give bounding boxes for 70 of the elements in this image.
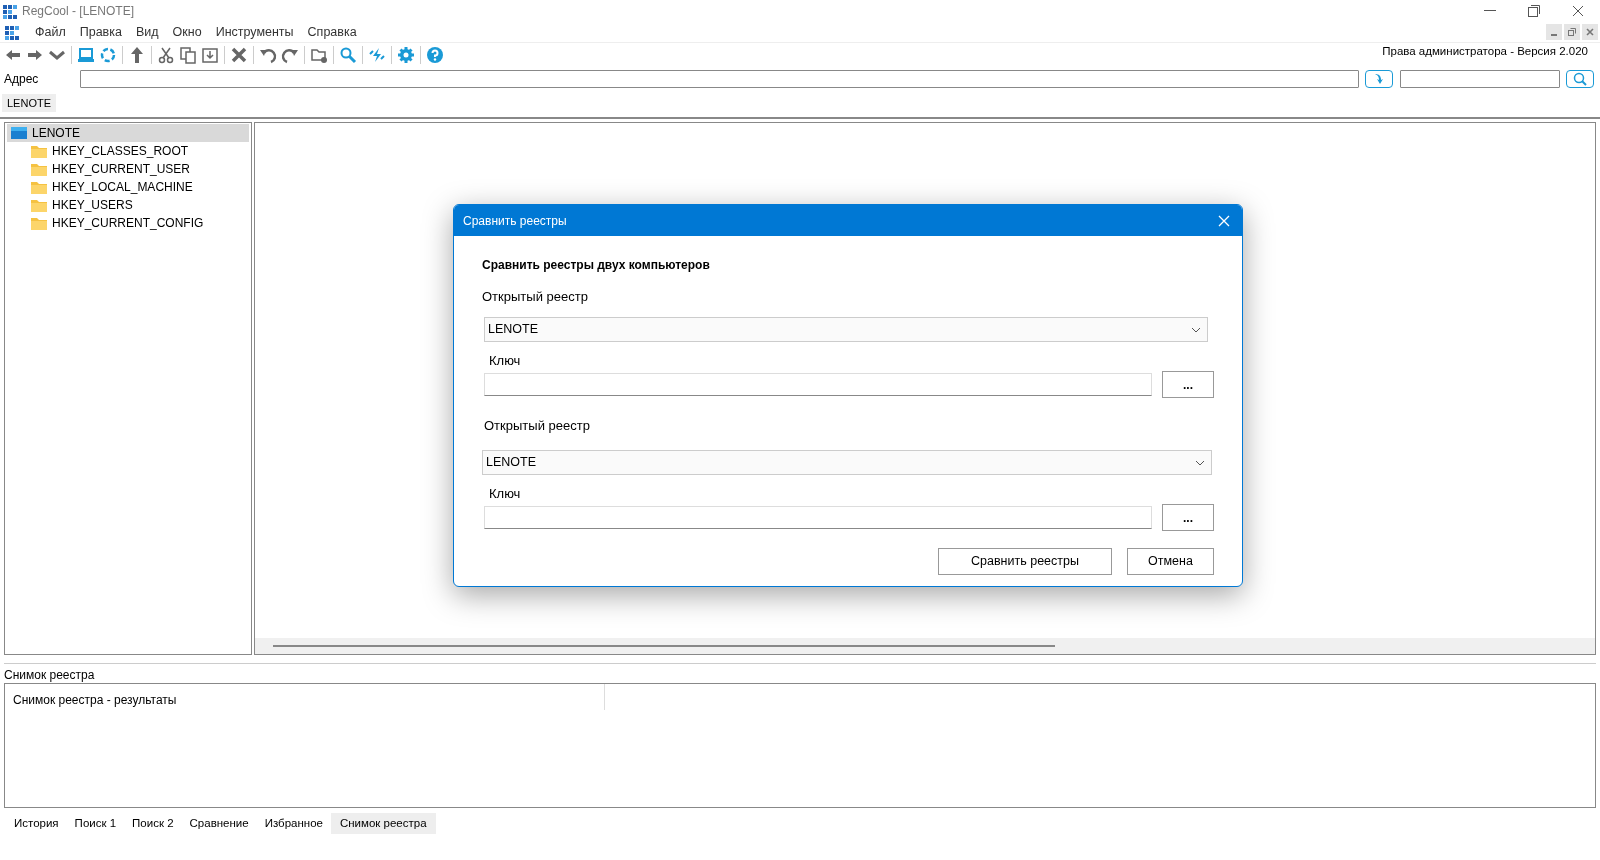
browse-button[interactable]: ... — [1162, 371, 1214, 398]
tree-item[interactable]: LENOTE — [7, 124, 249, 142]
tree-item[interactable]: HKEY_CURRENT_USER — [7, 160, 249, 178]
registry-dropdown[interactable]: LENOTE — [482, 450, 1212, 475]
scrollbar-thumb[interactable] — [273, 645, 1055, 647]
close-button[interactable] — [1582, 24, 1598, 40]
menu-item[interactable]: Инструменты — [208, 22, 301, 42]
window-title: RegCool - [LENOTE] — [22, 3, 135, 20]
search-icon[interactable] — [339, 45, 357, 64]
restore-icon — [1528, 5, 1540, 17]
menu-item[interactable]: Справка — [300, 22, 364, 42]
panel-tab[interactable]: Снимок реестра — [330, 813, 436, 834]
minimize-icon — [1551, 34, 1557, 36]
close-icon — [1586, 28, 1594, 36]
monitor-icon — [11, 127, 27, 139]
compare-button[interactable]: Сравнить реестры — [938, 548, 1112, 575]
folder-icon — [31, 216, 47, 230]
menu-item[interactable]: Вид — [128, 22, 166, 42]
go-button[interactable] — [1365, 70, 1394, 88]
laptop-icon[interactable] — [77, 45, 95, 64]
chevron-down-icon — [1195, 459, 1205, 466]
address-label: Адрес — [4, 71, 40, 88]
tree-item[interactable]: HKEY_LOCAL_MACHINE — [7, 178, 249, 196]
restore-button[interactable] — [1564, 24, 1580, 40]
dialog-title: Сравнить реестры — [463, 212, 567, 230]
search-icon — [1573, 72, 1587, 86]
scissors-icon[interactable] — [157, 45, 175, 64]
up-arrow-icon[interactable] — [128, 45, 146, 64]
app-logo-icon — [2, 2, 18, 20]
key-field[interactable] — [484, 506, 1152, 529]
settings-icon[interactable] — [397, 45, 415, 64]
menu-item[interactable]: Файл — [28, 22, 73, 42]
folder-icon — [31, 180, 47, 194]
field-label: Открытый реестр — [482, 288, 589, 305]
minimize-button[interactable] — [1546, 24, 1562, 40]
tree-item[interactable]: HKEY_USERS — [7, 196, 249, 214]
tree-item[interactable]: HKEY_CLASSES_ROOT — [7, 142, 249, 160]
browse-button[interactable]: ... — [1162, 504, 1214, 531]
delete-x-icon[interactable] — [230, 45, 248, 64]
search-button[interactable] — [1566, 70, 1594, 88]
search-field[interactable] — [1400, 70, 1561, 88]
column-header[interactable]: Снимок реестра - результаты — [5, 684, 605, 710]
field-label: Открытый реестр — [483, 417, 591, 434]
admin-version-label: Права администратора - Версия 2.020 — [1382, 44, 1588, 59]
field-label: Ключ — [488, 352, 522, 369]
paste-tray-icon[interactable] — [201, 45, 219, 64]
copy-icon[interactable] — [179, 45, 197, 64]
key-field[interactable] — [484, 373, 1152, 396]
help-icon[interactable] — [426, 45, 444, 64]
close-icon — [1572, 5, 1584, 17]
minimize-icon — [1484, 10, 1496, 12]
cancel-button[interactable]: Отмена — [1127, 548, 1214, 575]
refresh-circle-icon[interactable] — [99, 45, 117, 64]
field-label: Ключ — [488, 485, 522, 502]
curved-arrow-icon — [1373, 73, 1386, 85]
registry-dropdown[interactable]: LENOTE — [484, 317, 1208, 342]
horizontal-scrollbar[interactable] — [255, 638, 1595, 654]
menu-item[interactable]: Окно — [165, 22, 209, 42]
folder-icon — [31, 162, 47, 176]
app-logo-icon — [4, 23, 20, 41]
folder-icon — [31, 198, 47, 212]
folder-icon — [31, 144, 47, 158]
menu-item[interactable]: Правка — [72, 22, 129, 42]
computer-tab[interactable]: LENOTE — [2, 94, 56, 112]
restore-icon — [1568, 28, 1576, 36]
address-field[interactable] — [79, 70, 1360, 88]
close-icon — [1218, 214, 1230, 227]
chevron-down-icon — [1191, 326, 1201, 333]
tree-item[interactable]: HKEY_CURRENT_CONFIG — [7, 214, 249, 232]
dialog-heading: Сравнить реестры двух компьютеров — [482, 257, 711, 274]
